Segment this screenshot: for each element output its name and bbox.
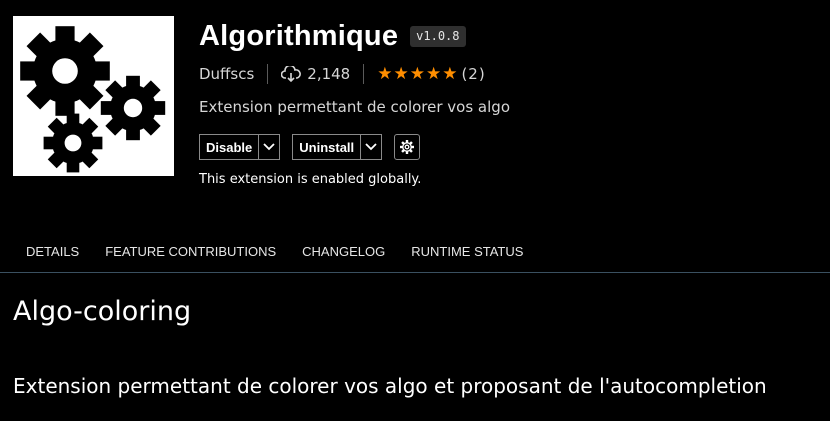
tab-runtime-status[interactable]: RUNTIME STATUS — [411, 244, 523, 259]
readme-paragraph: Extension permettant de colorer vos algo… — [13, 374, 767, 398]
detail-tabs: DETAILS FEATURE CONTRIBUTIONS CHANGELOG … — [0, 230, 830, 273]
rating-stars[interactable]: ★★★★★ (2) — [377, 64, 485, 84]
uninstall-dropdown[interactable] — [360, 135, 381, 159]
extension-description: Extension permettant de colorer vos algo — [199, 98, 510, 116]
uninstall-button-label[interactable]: Uninstall — [293, 135, 360, 159]
manage-settings-button[interactable] — [394, 134, 421, 160]
chevron-down-icon — [263, 143, 275, 151]
cloud-download-icon — [281, 66, 302, 82]
tab-changelog[interactable]: CHANGELOG — [302, 244, 385, 259]
readme-content: Algo-coloring Extension permettant de co… — [13, 296, 823, 398]
title-row: Algorithmique v1.0.8 — [199, 18, 819, 54]
extension-title: Algorithmique — [199, 19, 399, 52]
disable-dropdown[interactable] — [258, 135, 279, 159]
tab-details[interactable]: DETAILS — [26, 244, 79, 259]
install-count: 2,148 — [307, 65, 351, 83]
action-buttons: Disable Uninstall — [199, 134, 819, 160]
extension-logo — [13, 16, 174, 176]
readme-heading: Algo-coloring — [13, 296, 192, 327]
meta-row: Duffscs 2,148 ★★★★★ (2) — [199, 62, 819, 86]
publisher-link[interactable]: Duffscs — [199, 65, 254, 83]
extension-info: Algorithmique v1.0.8 Duffscs 2,148 ★★★★★… — [199, 18, 819, 187]
gears-logo-icon — [20, 26, 166, 173]
gear-icon — [400, 140, 415, 154]
divider — [363, 64, 365, 84]
divider — [267, 64, 269, 84]
enabled-status: This extension is enabled globally. — [199, 172, 422, 187]
uninstall-button[interactable]: Uninstall — [292, 134, 383, 160]
extension-header: Algorithmique v1.0.8 Duffscs 2,148 ★★★★★… — [0, 0, 830, 230]
chevron-down-icon — [365, 143, 377, 151]
tab-feature-contributions[interactable]: FEATURE CONTRIBUTIONS — [105, 244, 276, 259]
disable-button[interactable]: Disable — [199, 134, 281, 160]
version-badge: v1.0.8 — [410, 25, 466, 47]
rating-count: (2) — [461, 65, 486, 83]
star-rating: ★★★★★ — [377, 64, 459, 84]
disable-button-label[interactable]: Disable — [200, 135, 258, 159]
